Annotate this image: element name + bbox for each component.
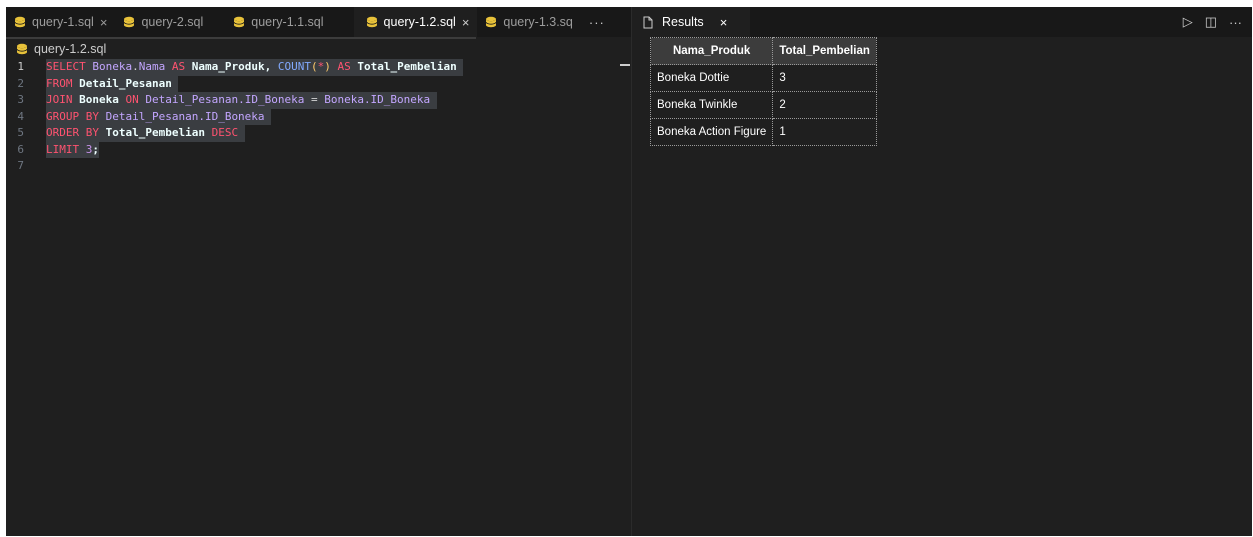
split-editor-icon[interactable]: ◫ <box>1205 14 1217 30</box>
results-pane: Results × ▷ ◫ ··· Nama_Produk Total_Pemb… <box>632 7 1252 536</box>
tab-query-1-2[interactable]: query-1.2.sql × <box>353 7 478 37</box>
tab-scroll-indicator <box>6 37 476 39</box>
close-icon[interactable]: × <box>720 15 728 30</box>
table-cell[interactable]: 2 <box>772 91 877 119</box>
database-icon <box>366 16 377 28</box>
sql-editor-pane: query-1.sql × query-2.sql query-1.1.sql … <box>6 7 631 536</box>
code-line: 5 ORDER BY Total_Pembelian DESC <box>6 125 631 142</box>
breadcrumb-file: query-1.2.sql <box>34 42 107 56</box>
tab-label: Results <box>662 15 704 29</box>
table-row: Boneka Twinkle 2 <box>649 91 877 119</box>
breadcrumb[interactable]: query-1.2.sql <box>16 40 106 58</box>
line-number: 4 <box>17 109 24 123</box>
tab-label: query-1.3.sq <box>503 15 573 29</box>
database-icon <box>14 16 26 28</box>
code-line: 1 SELECT Boneka.Nama AS Nama_Produk, COU… <box>6 59 631 76</box>
line-number: 6 <box>17 142 24 156</box>
database-icon <box>233 16 245 28</box>
code-area[interactable]: 1 SELECT Boneka.Nama AS Nama_Produk, COU… <box>6 59 631 175</box>
tab-label: query-1.1.sql <box>251 15 324 29</box>
results-actions: ▷ ◫ ··· <box>1183 7 1242 37</box>
line-number: 1 <box>17 60 24 73</box>
code-line: 3 JOIN Boneka ON Detail_Pesanan.ID_Bonek… <box>6 92 631 109</box>
vscode-window: query-1.sql × query-2.sql query-1.1.sql … <box>6 7 1252 536</box>
editor-tab-bar: query-1.sql × query-2.sql query-1.1.sql … <box>6 7 631 37</box>
results-tab-bar: Results × ▷ ◫ ··· <box>632 7 1252 37</box>
tab-label: query-1.sql <box>32 15 94 29</box>
close-icon[interactable]: × <box>100 15 108 30</box>
table-cell[interactable]: Boneka Dottie <box>649 64 774 92</box>
table-row: Boneka Action Figure 1 <box>649 118 877 146</box>
document-icon <box>643 16 653 28</box>
code-line: 7 <box>6 158 631 175</box>
database-icon <box>16 43 28 55</box>
tab-query-2[interactable]: query-2.sql <box>115 7 211 37</box>
close-icon[interactable]: × <box>462 15 470 30</box>
tab-results[interactable]: Results × <box>632 7 750 37</box>
table-cell[interactable]: 3 <box>772 64 877 92</box>
more-actions-icon[interactable]: ··· <box>1229 15 1242 30</box>
table-header-row: Nama_Produk Total_Pembelian <box>649 37 877 65</box>
tab-query-1[interactable]: query-1.sql × <box>6 7 115 37</box>
tab-query-1-3[interactable]: query-1.3.sq <box>477 7 580 37</box>
overview-ruler-marker <box>620 64 630 66</box>
table-row: Boneka Dottie 3 <box>649 64 877 92</box>
database-icon <box>124 16 135 28</box>
run-icon[interactable]: ▷ <box>1183 14 1193 30</box>
tab-label: query-1.2.sql <box>383 15 456 29</box>
line-number: 2 <box>17 76 24 90</box>
line-number: 5 <box>17 126 24 139</box>
line-number: 7 <box>17 159 24 172</box>
line-number: 3 <box>17 93 24 106</box>
table-cell[interactable]: Boneka Twinkle <box>649 91 774 119</box>
table-cell[interactable]: Boneka Action Figure <box>649 118 774 146</box>
code-line: 2 FROM Detail_Pesanan <box>6 75 631 92</box>
column-header[interactable]: Total_Pembelian <box>772 37 877 65</box>
more-tabs-icon[interactable]: ··· <box>581 7 605 37</box>
table-cell[interactable]: 1 <box>772 118 877 146</box>
database-icon <box>486 16 497 28</box>
tab-query-1-1[interactable]: query-1.1.sql <box>211 7 353 37</box>
column-header[interactable]: Nama_Produk <box>649 37 774 65</box>
code-line: 4 GROUP BY Detail_Pesanan.ID_Boneka <box>6 108 631 125</box>
code-line: 6 LIMIT 3; <box>6 141 631 158</box>
results-table: Nama_Produk Total_Pembelian Boneka Dotti… <box>649 37 877 146</box>
tab-label: query-2.sql <box>141 15 204 29</box>
